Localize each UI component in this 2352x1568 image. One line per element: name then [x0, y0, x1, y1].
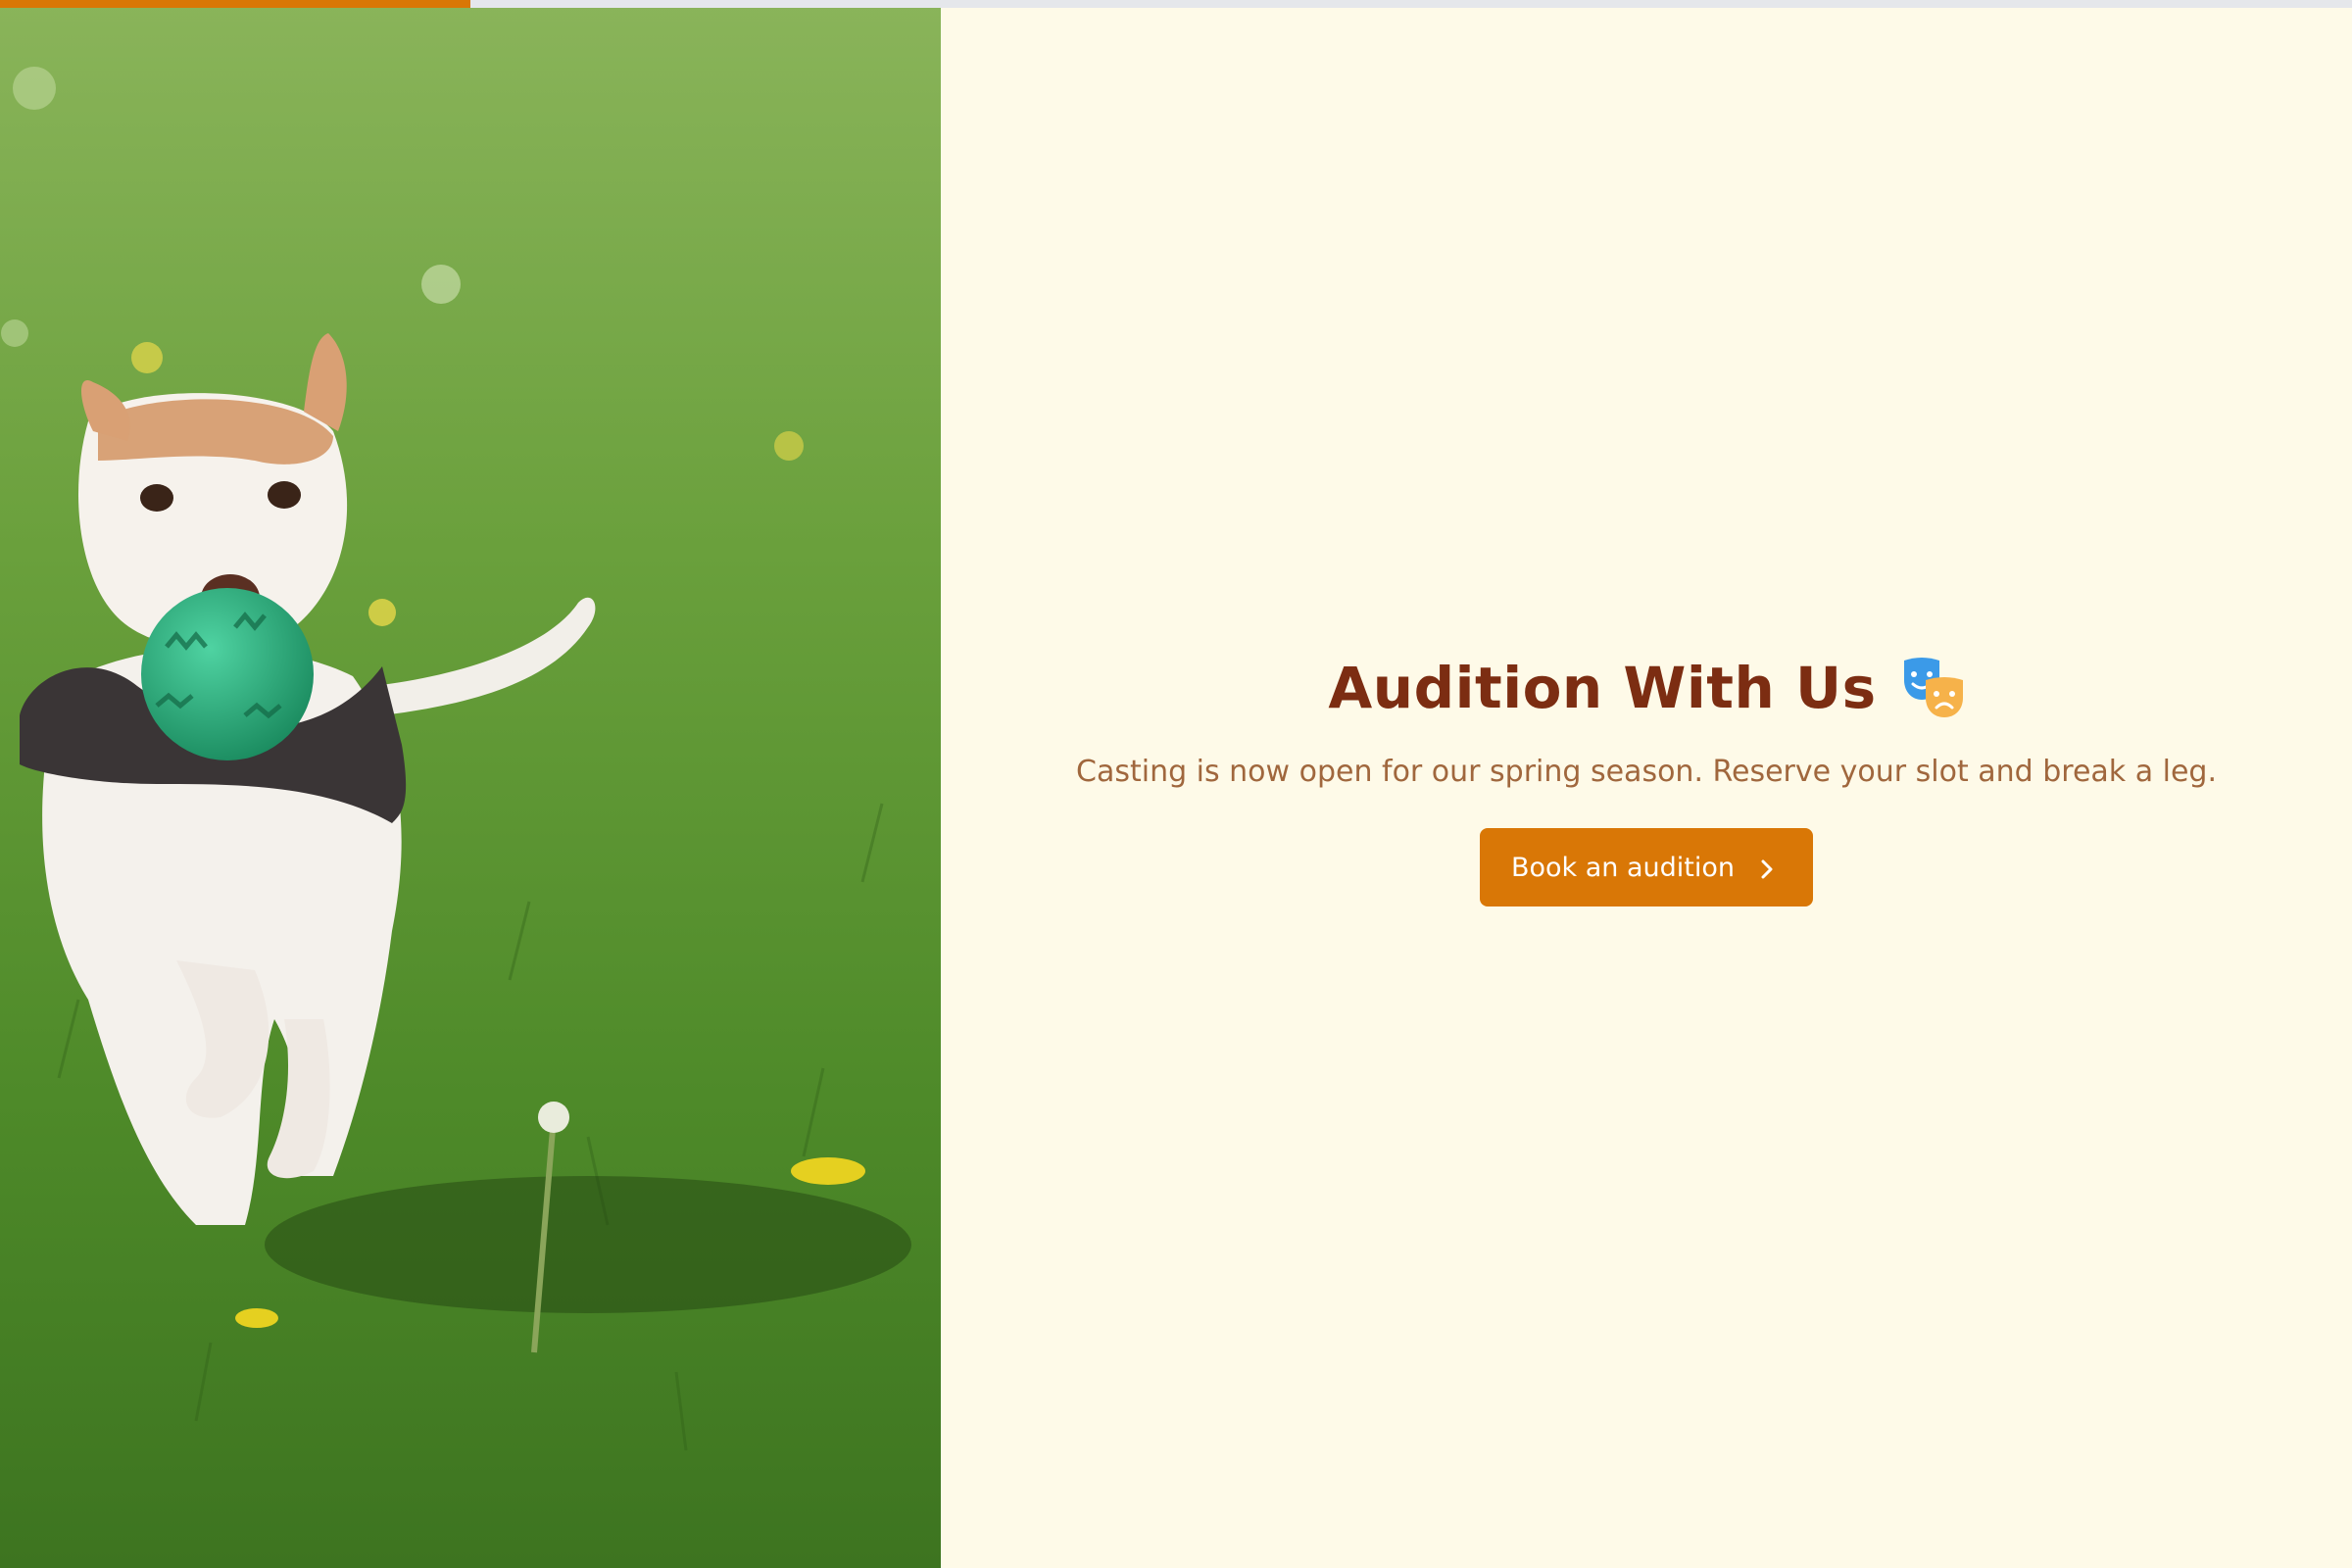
theater-masks-icon: [1902, 657, 1965, 719]
book-audition-button-label: Book an audition: [1510, 852, 1736, 883]
hero-content: Audition With Us Casting is now open for…: [941, 655, 2352, 906]
progress-bar-fill: [0, 0, 470, 8]
book-audition-button[interactable]: Book an audition: [1479, 828, 1814, 906]
hero-image: [0, 0, 941, 1568]
chevron-right-icon: [1760, 857, 1774, 879]
page-title: Audition With Us: [1328, 655, 1964, 721]
page: Audition With Us Casting is now open for…: [0, 0, 2352, 1568]
progress-bar: [0, 0, 2352, 8]
content-panel: Audition With Us Casting is now open for…: [941, 8, 2352, 1568]
headline-text: Audition With Us: [1328, 655, 1877, 721]
dog-photo: [0, 0, 941, 1568]
subtitle: Casting is now open for our spring seaso…: [1076, 755, 2217, 789]
